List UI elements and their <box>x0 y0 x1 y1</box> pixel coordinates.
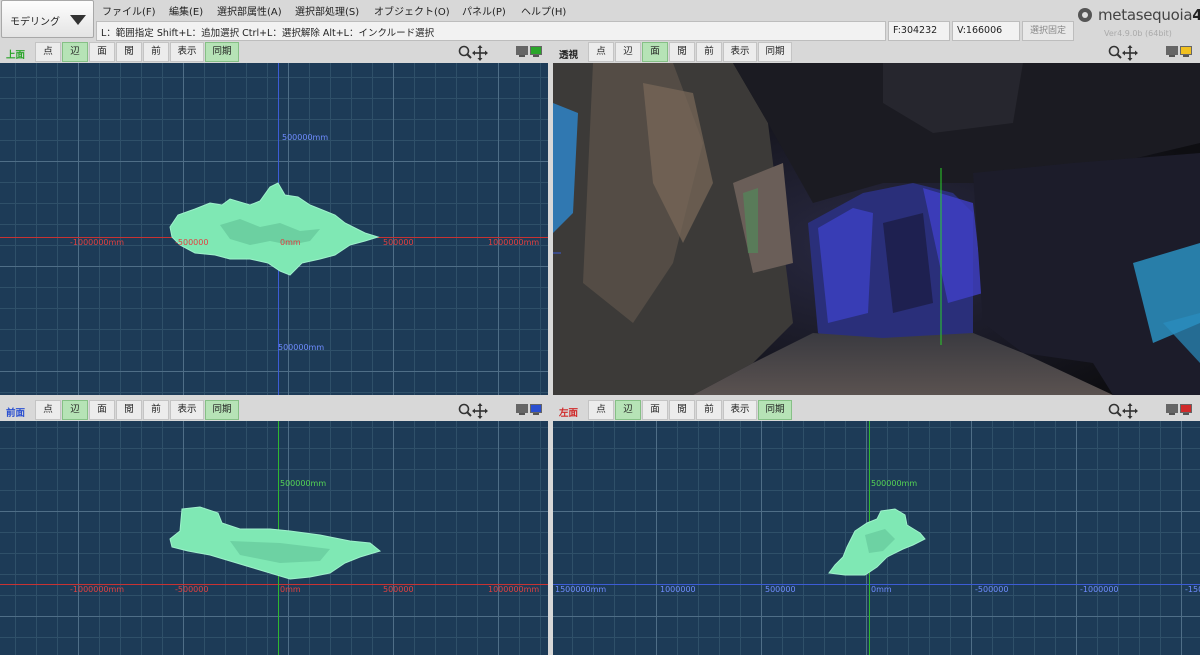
toggle-display-button[interactable]: 表示 <box>723 400 757 420</box>
label-x-neg-near: -500000 <box>175 585 209 594</box>
label-x-pos-far: 1000000mm <box>488 238 540 247</box>
toggle-hide-button[interactable]: 閲 <box>116 400 142 420</box>
view-tools <box>1108 403 1140 419</box>
label-z-1: 1000000 <box>660 585 696 594</box>
label-x-neg-far: -1000000mm <box>70 238 125 247</box>
label-origin: 0mm <box>280 585 301 594</box>
viewport-title: 上面 <box>6 50 26 61</box>
toggle-front-button[interactable]: 前 <box>143 400 169 420</box>
toggle-sync-button[interactable]: 同期 <box>205 42 239 62</box>
toggle-display-button[interactable]: 表示 <box>170 400 204 420</box>
view-tools <box>458 45 490 61</box>
chevron-down-icon <box>70 15 86 25</box>
label-z-positive: 500000mm <box>282 133 329 142</box>
display-mode-icon[interactable] <box>516 46 544 58</box>
label-origin: 0mm <box>871 585 892 594</box>
toggle-vertex-button[interactable]: 点 <box>588 42 614 62</box>
toggle-edge-button[interactable]: 辺 <box>615 400 641 420</box>
toggle-edge-button[interactable]: 辺 <box>615 42 641 62</box>
mesh-top <box>169 182 380 276</box>
logo-version-number: 4 <box>1192 6 1200 24</box>
viewport-title: 透視 <box>559 50 579 61</box>
toggle-front-button[interactable]: 前 <box>696 42 722 62</box>
menu-file[interactable]: ファイル(F) <box>102 3 156 18</box>
menu-panel[interactable]: パネル(P) <box>462 3 506 18</box>
zoom-move-icons[interactable] <box>1108 45 1140 61</box>
label-z-3: -500000 <box>975 585 1009 594</box>
view-tools <box>458 403 490 419</box>
label-z-5: -150 <box>1185 585 1200 594</box>
label-z-negative: 500000mm <box>278 343 325 352</box>
mode-label: モデリング <box>10 17 60 28</box>
menu-selection-attributes[interactable]: 選択部属性(A) <box>217 3 282 18</box>
label-origin: 0mm <box>280 238 301 247</box>
zoom-move-icons[interactable] <box>458 45 490 61</box>
operation-hint: L：範囲指定 Shift+L：追加選択 Ctrl+L：選択解除 Alt+L：イン… <box>96 21 886 41</box>
viewport-splitter-vertical[interactable] <box>548 63 553 655</box>
label-z-far-left: 1500000mm <box>555 585 607 594</box>
version-label: Ver4.9.0b (64bit) <box>1104 29 1172 38</box>
vertex-count: V:166006 <box>952 21 1020 41</box>
mode-select-dropdown[interactable]: モデリング <box>1 0 94 38</box>
logo-mark-icon <box>1078 8 1092 22</box>
viewport-title: 前面 <box>6 408 26 419</box>
mesh-front <box>169 506 382 580</box>
label-z-4: -1000000 <box>1080 585 1119 594</box>
zoom-move-icons[interactable] <box>458 403 490 419</box>
toggle-edge-button[interactable]: 辺 <box>62 42 88 62</box>
toolbar-front-view: 前面点辺面閲前表示 同期 <box>0 400 550 422</box>
perspective-render <box>553 63 1200 395</box>
label-z-2: 500000 <box>765 585 796 594</box>
display-mode-icon[interactable] <box>1166 404 1194 416</box>
label-x-pos-far: 1000000mm <box>488 585 540 594</box>
toggle-display-button[interactable]: 表示 <box>170 42 204 62</box>
menu-help[interactable]: ヘルプ(H) <box>521 3 566 18</box>
toggle-front-button[interactable]: 前 <box>143 42 169 62</box>
label-x-pos-near: 500000 <box>383 585 414 594</box>
toggle-sync-button[interactable]: 同期 <box>758 42 792 62</box>
toggle-vertex-button[interactable]: 点 <box>35 42 61 62</box>
toggle-face-button[interactable]: 面 <box>89 400 115 420</box>
toolbar-left-view: 左面点辺面閲前表示 同期 <box>553 400 1200 422</box>
viewport-front[interactable]: 500000mm -1000000mm -500000 0mm 500000 1… <box>0 421 548 655</box>
display-mode-icon[interactable] <box>516 404 544 416</box>
label-x-pos-near: 500000 <box>383 238 414 247</box>
toggle-hide-button[interactable]: 閲 <box>669 400 695 420</box>
app-logo: metasequoia4 Ver4.9.0b (64bit) <box>1078 6 1200 40</box>
toggle-display-button[interactable]: 表示 <box>723 42 757 62</box>
label-y-positive: 500000mm <box>280 479 327 488</box>
toggle-face-button[interactable]: 面 <box>642 42 668 62</box>
display-mode-icon[interactable] <box>1166 46 1194 58</box>
menu-selection-process[interactable]: 選択部処理(S) <box>295 3 359 18</box>
fix-selection-button[interactable]: 選択固定 <box>1022 21 1074 41</box>
zoom-move-icons[interactable] <box>1108 403 1140 419</box>
toggle-hide-button[interactable]: 閲 <box>669 42 695 62</box>
menu-object[interactable]: オブジェクト(O) <box>374 3 450 18</box>
viewport-top[interactable]: 500000mm 500000mm -1000000mm -500000 0mm… <box>0 63 548 395</box>
label-y-positive: 500000mm <box>871 479 918 488</box>
toggle-vertex-button[interactable]: 点 <box>35 400 61 420</box>
viewport-left[interactable]: 500000mm 1500000mm 1000000 500000 0mm -5… <box>553 421 1200 655</box>
toggle-vertex-button[interactable]: 点 <box>588 400 614 420</box>
toggle-face-button[interactable]: 面 <box>642 400 668 420</box>
toggle-face-button[interactable]: 面 <box>89 42 115 62</box>
status-area: L：範囲指定 Shift+L：追加選択 Ctrl+L：選択解除 Alt+L：イン… <box>96 21 1096 41</box>
mesh-left <box>828 508 926 576</box>
toggle-edge-button[interactable]: 辺 <box>62 400 88 420</box>
toolbar-top-view: 上面点辺面閲前表示 同期 <box>0 42 550 64</box>
toggle-sync-button[interactable]: 同期 <box>758 400 792 420</box>
view-tools <box>1108 45 1140 61</box>
toggle-hide-button[interactable]: 閲 <box>116 42 142 62</box>
toggle-sync-button[interactable]: 同期 <box>205 400 239 420</box>
toggle-front-button[interactable]: 前 <box>696 400 722 420</box>
menu-edit[interactable]: 編集(E) <box>169 3 203 18</box>
menu-bar: ファイル(F) 編集(E) 選択部属性(A) 選択部処理(S) オブジェクト(O… <box>96 0 886 18</box>
logo-text: metasequoia <box>1098 6 1193 24</box>
toolbar-perspective-view: 透視点辺面閲前表示 同期 <box>553 42 1200 64</box>
viewport-perspective[interactable] <box>553 63 1200 395</box>
label-x-neg-near: -500000 <box>175 238 209 247</box>
face-count: F:304232 <box>888 21 950 41</box>
label-x-neg-far: -1000000mm <box>70 585 125 594</box>
viewport-title: 左面 <box>559 408 579 419</box>
